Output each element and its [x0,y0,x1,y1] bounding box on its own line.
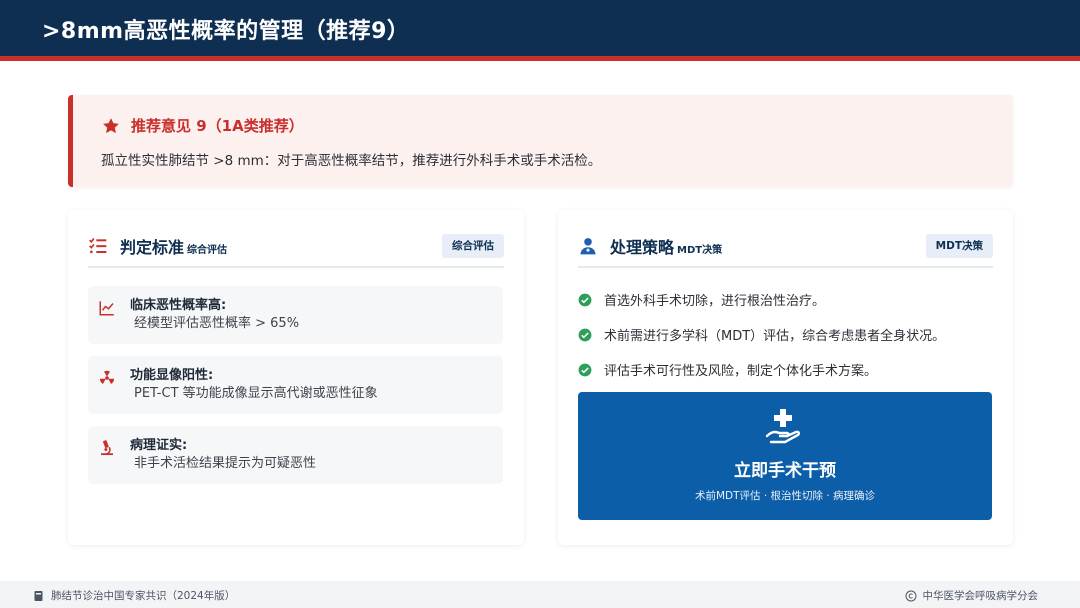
footer-copyright: 中华医学会呼吸病学分会 [905,588,1039,603]
criteria-item-label: 功能显像阳性: [130,368,214,383]
cta-subtitle: 术前MDT评估 · 根治性切除 · 病理确诊 [694,490,876,502]
microscope-icon [101,440,113,456]
criteria-item: 病理证实: 非手术活检结果提示为可疑恶性 [88,426,503,484]
criteria-item-label: 临床恶性概率高: [130,298,227,313]
footer-copyright-text: 中华医学会呼吸病学分会 [922,590,1039,602]
criteria-item: 临床恶性概率高: 经模型评估恶性概率 > 65% [88,286,503,344]
criteria-item-desc: 经模型评估恶性概率 > 65% [134,316,300,331]
strategy-title-text: 处理策略 [610,238,675,257]
strategy-card: 处理策略 MDT决策 MDT决策 首选外科手术切除，进行根治性治疗。 术前需进行多… [558,210,1013,545]
strategy-badge: MDT决策 [925,234,993,258]
copyright-icon [905,590,916,601]
criteria-item-desc: PET-CT 等功能成像显示高代谢或恶性征象 [134,386,378,401]
header-accent-line [0,56,1080,61]
line-chart-icon [99,301,114,316]
criteria-item-desc: 非手术活检结果提示为可疑恶性 [134,456,317,471]
check-circle-icon [578,293,592,306]
recommendation-box: 推荐意见 9（1A类推荐） 孤立性实性肺结节 >8 mm：对于高恶性概率结节，推… [68,95,1013,187]
criteria-badge: 综合评估 [442,234,504,258]
criteria-card: 判定标准 综合评估 综合评估 临床恶性概率高: 经模型评估恶性概率 > 65% 功… [68,210,524,545]
check-circle-icon [578,328,592,341]
checklist-icon [89,238,107,254]
strategy-step: 首选外科手术切除，进行根治性治疗。 [578,290,825,309]
criteria-subtitle: 综合评估 [187,245,228,256]
strategy-step-text: 评估手术可行性及风险，制定个体化手术方案。 [604,364,878,379]
hand-holding-medical-icon [765,409,800,444]
recommendation-header: 推荐意见 9（1A类推荐） [101,115,304,136]
strategy-step-text: 术前需进行多学科（MDT）评估，综合考虑患者全身状况。 [604,329,946,344]
criteria-card-title: 判定标准 综合评估 [120,234,227,258]
criteria-item-label: 病理证实: [130,438,188,453]
cta-title: 立即手术干预 [734,461,836,481]
criteria-card-header: 判定标准 综合评估 综合评估 [88,232,504,268]
criteria-item: 功能显像阳性: PET-CT 等功能成像显示高代谢或恶性征象 [88,356,503,414]
surgery-intervention-panel: 立即手术干预 术前MDT评估 · 根治性切除 · 病理确诊 [578,392,992,520]
doctor-icon [580,238,596,255]
radiation-icon [99,370,115,384]
footer-source-text: 肺结节诊治中国专家共识（2024年版） [51,590,236,602]
strategy-card-title: 处理策略 MDT决策 [610,234,722,258]
book-icon [34,590,43,601]
strategy-step: 评估手术可行性及风险，制定个体化手术方案。 [578,360,877,379]
strategy-step-text: 首选外科手术切除，进行根治性治疗。 [604,294,826,309]
footer-source: 肺结节诊治中国专家共识（2024年版） [33,588,235,603]
strategy-card-header: 处理策略 MDT决策 MDT决策 [578,232,993,268]
strategy-step: 术前需进行多学科（MDT）评估，综合考虑患者全身状况。 [578,325,945,344]
check-circle-icon [578,363,592,376]
recommendation-title: 推荐意见 9（1A类推荐） [131,117,304,135]
strategy-subtitle: MDT决策 [677,245,723,256]
page-title: >8mm高恶性概率的管理（推荐9） [42,19,410,44]
criteria-title-text: 判定标准 [120,238,185,257]
header-bar: >8mm高恶性概率的管理（推荐9） [0,0,1080,56]
footer: 肺结节诊治中国专家共识（2024年版） 中华医学会呼吸病学分会 [0,581,1080,608]
star-icon [103,117,119,133]
recommendation-text: 孤立性实性肺结节 >8 mm：对于高恶性概率结节，推荐进行外科手术或手术活检。 [101,153,602,169]
